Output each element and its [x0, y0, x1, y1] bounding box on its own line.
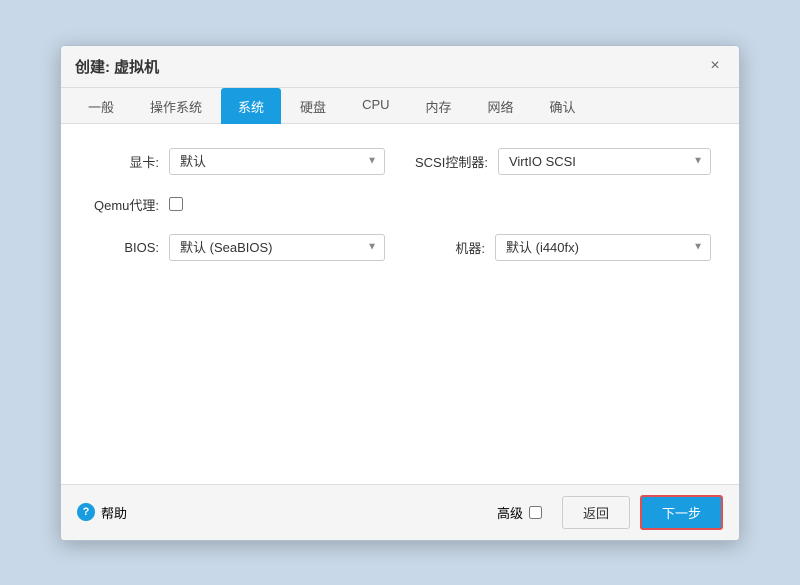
dialog-footer: ? 帮助 高级 返回 下一步 — [61, 484, 739, 540]
group-qemu: Qemu代理: — [89, 195, 385, 214]
tab-cpu[interactable]: CPU — [345, 88, 406, 124]
scsi-select[interactable]: VirtIO SCSI — [498, 148, 711, 175]
display-card-label: 显卡: — [89, 152, 159, 171]
scsi-wrap: VirtIO SCSI ▼ — [498, 148, 711, 175]
qemu-checkbox[interactable] — [169, 197, 183, 211]
close-button[interactable]: × — [705, 56, 725, 76]
bios-wrap: 默认 (SeaBIOS) ▼ — [169, 234, 385, 261]
title-bar: 创建: 虚拟机 × — [61, 46, 739, 88]
tab-system[interactable]: 系统 — [221, 88, 281, 124]
tab-os[interactable]: 操作系统 — [133, 88, 219, 124]
group-scsi: SCSI控制器: VirtIO SCSI ▼ — [415, 148, 711, 175]
row-display-scsi: 显卡: 默认 ▼ SCSI控制器: VirtIO SCSI ▼ — [89, 148, 711, 175]
machine-label: 机器: — [415, 238, 485, 257]
bios-select[interactable]: 默认 (SeaBIOS) — [169, 234, 385, 261]
advanced-wrap: 高级 — [497, 503, 542, 522]
bios-label: BIOS: — [89, 240, 159, 255]
footer-left: ? 帮助 — [77, 503, 127, 522]
machine-select[interactable]: 默认 (i440fx) — [495, 234, 711, 261]
tab-network[interactable]: 网络 — [471, 88, 531, 124]
tab-general[interactable]: 一般 — [71, 88, 131, 124]
help-icon[interactable]: ? — [77, 503, 95, 521]
group-bios: BIOS: 默认 (SeaBIOS) ▼ — [89, 234, 385, 261]
row-bios-machine: BIOS: 默认 (SeaBIOS) ▼ 机器: 默认 (i440fx) ▼ — [89, 234, 711, 261]
tab-memory[interactable]: 内存 — [409, 88, 469, 124]
dialog-title: 创建: 虚拟机 — [75, 56, 159, 77]
advanced-checkbox[interactable] — [529, 506, 542, 519]
tab-confirm[interactable]: 确认 — [533, 88, 593, 124]
form-body: 显卡: 默认 ▼ SCSI控制器: VirtIO SCSI ▼ — [61, 124, 739, 484]
tab-bar: 一般 操作系统 系统 硬盘 CPU 内存 网络 确认 — [61, 88, 739, 124]
group-machine: 机器: 默认 (i440fx) ▼ — [415, 234, 711, 261]
footer-right: 高级 返回 下一步 — [497, 495, 723, 530]
row-qemu: Qemu代理: — [89, 195, 711, 214]
back-button[interactable]: 返回 — [562, 496, 630, 529]
display-card-wrap: 默认 ▼ — [169, 148, 385, 175]
advanced-label: 高级 — [497, 503, 523, 522]
help-label: 帮助 — [101, 503, 127, 522]
machine-wrap: 默认 (i440fx) ▼ — [495, 234, 711, 261]
next-button[interactable]: 下一步 — [640, 495, 723, 530]
group-display-card: 显卡: 默认 ▼ — [89, 148, 385, 175]
qemu-label: Qemu代理: — [89, 195, 159, 214]
scsi-label: SCSI控制器: — [415, 152, 488, 171]
tab-disk[interactable]: 硬盘 — [283, 88, 343, 124]
create-vm-dialog: 创建: 虚拟机 × 一般 操作系统 系统 硬盘 CPU 内存 网络 确认 显卡:… — [60, 45, 740, 541]
display-card-select[interactable]: 默认 — [169, 148, 385, 175]
